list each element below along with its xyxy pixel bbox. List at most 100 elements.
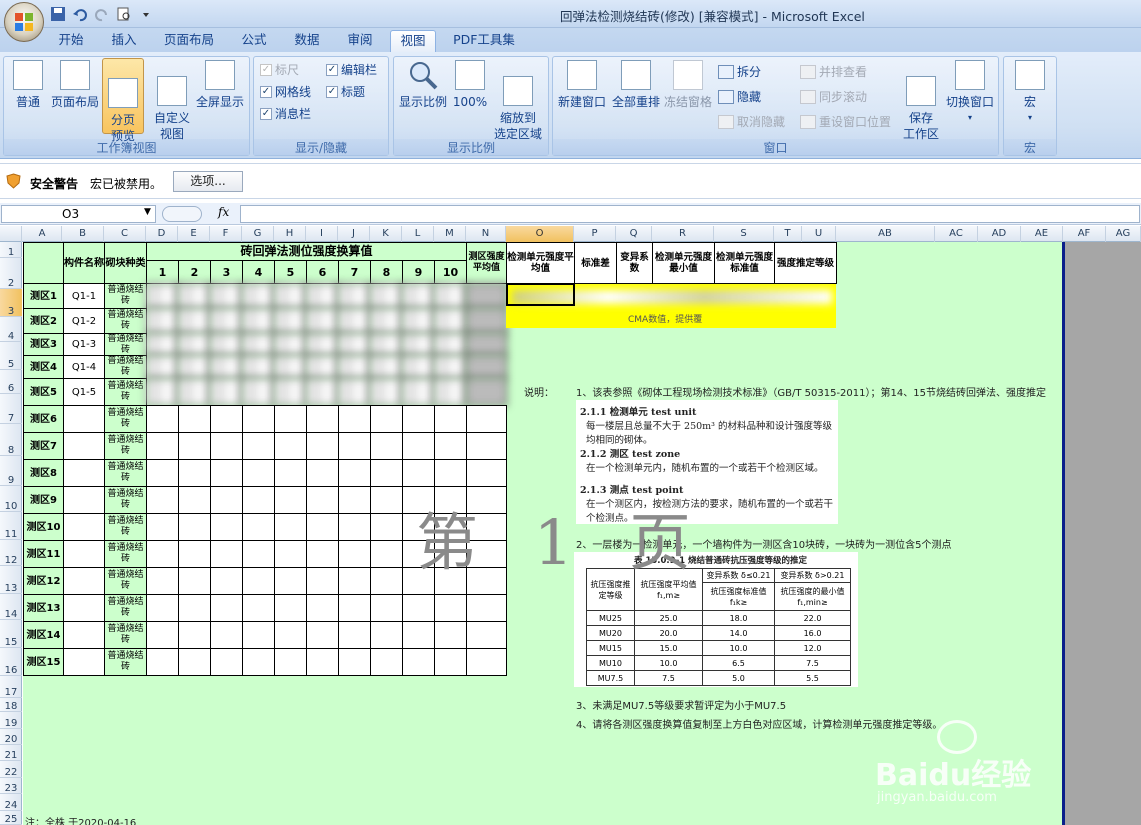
column-header-Q[interactable]: Q <box>616 226 652 242</box>
value-cell[interactable] <box>146 594 179 622</box>
row-header-13[interactable]: 13 <box>0 566 22 594</box>
value-cell[interactable] <box>402 405 435 433</box>
value-cell[interactable] <box>338 459 371 487</box>
customize-qat-icon[interactable] <box>138 6 154 22</box>
value-cell[interactable] <box>306 648 339 676</box>
brick-type-cell[interactable]: 普通烧结砖 <box>104 648 147 676</box>
member-cell[interactable] <box>63 459 105 487</box>
gridlines-checkbox[interactable]: ✓ 网格线 <box>260 83 311 100</box>
value-cell[interactable] <box>146 621 179 649</box>
value-cell[interactable] <box>370 459 403 487</box>
value-cell[interactable] <box>242 355 275 379</box>
tab-page-layout[interactable]: 页面布局 <box>155 30 223 52</box>
name-box[interactable]: O3 <box>1 205 156 223</box>
custom-views-button[interactable]: 自定义 视图 <box>150 60 194 141</box>
value-cell[interactable] <box>338 355 371 379</box>
zone-average-cell[interactable] <box>466 459 507 487</box>
value-cell[interactable] <box>178 648 211 676</box>
row-header-21[interactable]: 21 <box>0 745 22 761</box>
value-cell[interactable] <box>146 333 179 356</box>
value-cell[interactable] <box>242 594 275 622</box>
column-header-G[interactable]: G <box>242 226 274 242</box>
value-cell[interactable] <box>146 648 179 676</box>
zone-average-cell[interactable] <box>466 648 507 676</box>
column-header-AD[interactable]: AD <box>978 226 1021 242</box>
value-cell[interactable] <box>210 513 243 541</box>
value-cell[interactable] <box>146 432 179 460</box>
row-header-1[interactable]: 1 <box>0 242 22 258</box>
value-cell[interactable] <box>338 540 371 568</box>
namebox-dropdown-icon[interactable]: ▼ <box>144 207 151 217</box>
member-cell[interactable] <box>63 648 105 676</box>
value-cell[interactable] <box>338 333 371 356</box>
row-header-19[interactable]: 19 <box>0 712 22 729</box>
value-cell[interactable] <box>242 333 275 356</box>
value-cell[interactable] <box>210 540 243 568</box>
value-cell[interactable] <box>146 459 179 487</box>
column-header-K[interactable]: K <box>370 226 402 242</box>
save-icon[interactable] <box>50 6 66 22</box>
value-cell[interactable] <box>338 405 371 433</box>
value-cell[interactable] <box>306 567 339 595</box>
arrange-all-button[interactable]: 全部重排 <box>610 60 662 132</box>
value-cell[interactable] <box>210 283 243 309</box>
row-header-11[interactable]: 11 <box>0 512 22 540</box>
value-cell[interactable] <box>306 432 339 460</box>
headings-checkbox[interactable]: ✓ 标题 <box>326 83 365 100</box>
row-header-12[interactable]: 12 <box>0 540 22 566</box>
value-cell[interactable] <box>210 486 243 514</box>
value-cell[interactable] <box>402 432 435 460</box>
member-cell[interactable] <box>63 567 105 595</box>
row-header-25[interactable]: 25 <box>0 811 22 825</box>
column-header-E[interactable]: E <box>178 226 210 242</box>
value-cell[interactable] <box>242 405 275 433</box>
value-cell[interactable] <box>274 283 307 309</box>
brick-type-cell[interactable]: 普通烧结砖 <box>104 567 147 595</box>
value-cell[interactable] <box>178 283 211 309</box>
brick-type-cell[interactable]: 普通烧结砖 <box>104 432 147 460</box>
value-cell[interactable] <box>434 648 467 676</box>
value-cell[interactable] <box>434 283 467 309</box>
value-cell[interactable] <box>242 432 275 460</box>
brick-type-cell[interactable]: 普通烧结砖 <box>104 405 147 433</box>
value-cell[interactable] <box>210 621 243 649</box>
row-header-14[interactable]: 14 <box>0 594 22 620</box>
tab-data[interactable]: 数据 <box>287 30 327 52</box>
value-cell[interactable] <box>242 648 275 676</box>
brick-type-cell[interactable]: 普通烧结砖 <box>104 513 147 541</box>
value-cell[interactable] <box>242 540 275 568</box>
member-cell[interactable] <box>63 594 105 622</box>
row-header-22[interactable]: 22 <box>0 761 22 778</box>
value-cell[interactable] <box>274 567 307 595</box>
value-cell[interactable] <box>242 308 275 334</box>
value-cell[interactable] <box>434 355 467 379</box>
zoom-to-selection-button[interactable]: 缩放到 选定区域 <box>490 60 546 141</box>
value-cell[interactable] <box>370 621 403 649</box>
value-cell[interactable] <box>402 378 435 406</box>
view-side-by-side-button[interactable]: 并排查看 <box>800 63 867 80</box>
column-header-R[interactable]: R <box>652 226 714 242</box>
brick-type-cell[interactable]: 普通烧结砖 <box>104 355 147 379</box>
value-cell[interactable] <box>146 355 179 379</box>
row-header-24[interactable]: 24 <box>0 794 22 811</box>
value-cell[interactable] <box>146 283 179 309</box>
normal-view-button[interactable]: 普通 <box>8 60 48 132</box>
value-cell[interactable] <box>210 378 243 406</box>
row-header-17[interactable]: 17 <box>0 676 22 698</box>
brick-type-cell[interactable]: 普通烧结砖 <box>104 308 147 334</box>
zone-average-cell[interactable] <box>466 333 507 356</box>
column-header-AB[interactable]: AB <box>836 226 935 242</box>
value-cell[interactable] <box>178 486 211 514</box>
brick-type-cell[interactable]: 普通烧结砖 <box>104 333 147 356</box>
value-cell[interactable] <box>274 308 307 334</box>
value-cell[interactable] <box>210 648 243 676</box>
tab-formulas[interactable]: 公式 <box>234 30 274 52</box>
full-screen-button[interactable]: 全屏显示 <box>194 60 246 132</box>
value-cell[interactable] <box>370 405 403 433</box>
zone-average-cell[interactable] <box>466 355 507 379</box>
member-cell[interactable]: Q1-2 <box>63 308 105 334</box>
value-cell[interactable] <box>146 308 179 334</box>
row-header-2[interactable]: 2 <box>0 258 22 289</box>
value-cell[interactable] <box>370 355 403 379</box>
macros-button[interactable]: 宏 ▾ <box>1010 60 1050 132</box>
